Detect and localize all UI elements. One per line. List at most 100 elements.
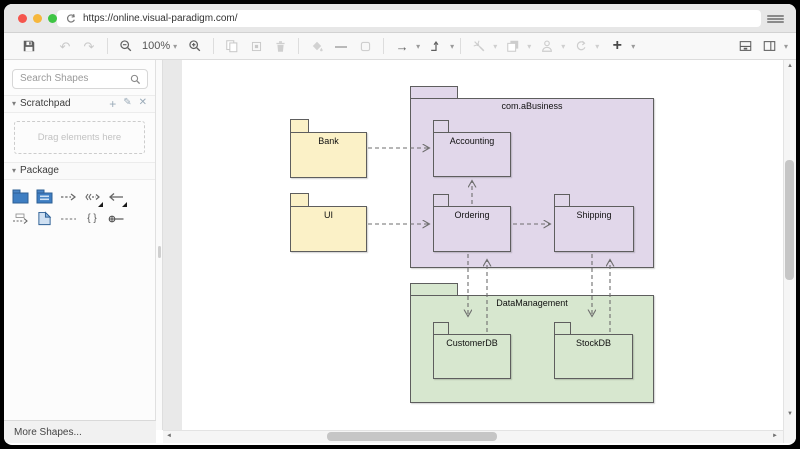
fill-color-button[interactable] bbox=[307, 35, 327, 57]
scroll-right-arrow[interactable]: ► bbox=[772, 433, 778, 439]
chevron-down-icon: ▾ bbox=[12, 99, 16, 108]
package-section-header[interactable]: ▾ Package bbox=[4, 162, 155, 180]
browser-chrome: https://online.visual-paradigm.com/ bbox=[4, 4, 796, 33]
shape-package[interactable] bbox=[8, 186, 32, 208]
editor-toolbar: ↶ ↷ 100% ▾ bbox=[4, 33, 796, 60]
connector-style-dropdown-icon[interactable]: ▾ bbox=[450, 42, 454, 51]
scratchpad-close-icon[interactable]: ✕ bbox=[139, 98, 147, 110]
package-label: Accounting bbox=[434, 136, 510, 146]
copy-icon bbox=[225, 39, 239, 53]
canvas-margin bbox=[163, 60, 182, 430]
horizontal-scrollbar-thumb[interactable] bbox=[327, 432, 497, 441]
chevron-down-icon: ▾ bbox=[12, 166, 16, 175]
undo-icon: ↶ bbox=[60, 40, 71, 53]
shape-dashed-line[interactable] bbox=[56, 208, 80, 230]
to-front-button[interactable] bbox=[503, 35, 523, 57]
copy-button[interactable] bbox=[222, 35, 242, 57]
shape-use[interactable] bbox=[8, 208, 32, 230]
shape-import[interactable] bbox=[80, 186, 104, 208]
scroll-left-arrow[interactable]: ◄ bbox=[166, 433, 172, 439]
insert-plus-icon: + bbox=[613, 38, 622, 54]
toolbar-separator bbox=[383, 38, 384, 54]
shape-note[interactable] bbox=[32, 208, 56, 230]
package-label: CustomerDB bbox=[434, 338, 510, 348]
outline-panel-toggle[interactable] bbox=[760, 35, 780, 57]
shape-containment[interactable] bbox=[104, 208, 128, 230]
package-label: DataManagement bbox=[411, 298, 653, 308]
shape-access[interactable] bbox=[104, 186, 128, 208]
undo-button[interactable]: ↶ bbox=[55, 35, 75, 57]
access-arrow-icon bbox=[108, 190, 125, 204]
browser-window: https://online.visual-paradigm.com/ ↶ ↷ … bbox=[4, 4, 796, 445]
toolbar-separator bbox=[460, 38, 461, 54]
search-input[interactable] bbox=[12, 69, 148, 89]
zoom-in-button[interactable] bbox=[185, 35, 205, 57]
note-icon bbox=[37, 211, 52, 226]
paste-button[interactable] bbox=[246, 35, 266, 57]
package-label: com.aBusiness bbox=[411, 101, 653, 111]
url-text: https://online.visual-paradigm.com/ bbox=[83, 13, 238, 24]
shadow-button[interactable] bbox=[355, 35, 375, 57]
minimize-window-button[interactable] bbox=[33, 14, 42, 23]
zoom-out-button[interactable] bbox=[116, 35, 136, 57]
vertical-scrollbar-thumb[interactable] bbox=[785, 160, 794, 280]
trash-icon bbox=[274, 40, 287, 53]
rotate-dropdown-icon[interactable]: ▾ bbox=[595, 42, 599, 51]
close-window-button[interactable] bbox=[18, 14, 27, 23]
insert-button[interactable]: + bbox=[607, 35, 627, 57]
scratchpad-add-icon[interactable]: + bbox=[109, 98, 116, 110]
save-button[interactable] bbox=[19, 35, 39, 57]
sidebar-scrollbar-thumb[interactable] bbox=[158, 246, 161, 258]
edit-style-button[interactable] bbox=[537, 35, 557, 57]
package-label: UI bbox=[291, 210, 366, 220]
redo-button[interactable]: ↷ bbox=[79, 35, 99, 57]
freehand-dropdown-icon[interactable]: ▾ bbox=[493, 42, 497, 51]
scratchpad-edit-icon[interactable]: ✎ bbox=[123, 98, 131, 110]
sidebar-scrollbar[interactable] bbox=[156, 60, 163, 430]
fill-color-icon bbox=[310, 39, 324, 53]
connection-arrow-button[interactable]: → bbox=[392, 35, 412, 57]
scratchpad-hint: Drag elements here bbox=[38, 132, 121, 143]
shape-constraint[interactable]: { } bbox=[80, 208, 104, 230]
line-color-button[interactable] bbox=[331, 35, 351, 57]
shape-model[interactable] bbox=[32, 186, 56, 208]
freehand-button[interactable] bbox=[469, 35, 489, 57]
toolbar-separator bbox=[107, 38, 108, 54]
fullscreen-window-button[interactable] bbox=[48, 14, 57, 23]
browser-menu-icon[interactable] bbox=[767, 15, 784, 23]
scroll-down-arrow[interactable]: ▼ bbox=[787, 411, 793, 417]
rotate-button[interactable] bbox=[571, 35, 591, 57]
model-icon bbox=[36, 189, 53, 204]
scratchpad-section-header[interactable]: ▾ Scratchpad + ✎ ✕ bbox=[4, 95, 155, 113]
shape-dependency[interactable] bbox=[56, 186, 80, 208]
connector-style-button[interactable] bbox=[426, 35, 446, 57]
connection-arrow-dropdown-icon[interactable]: ▾ bbox=[416, 42, 420, 51]
redo-icon: ↷ bbox=[84, 40, 95, 53]
panel-dropdown-icon[interactable]: ▾ bbox=[784, 42, 788, 51]
dashed-line-icon bbox=[60, 216, 77, 222]
zoom-level-value[interactable]: 100% bbox=[142, 40, 170, 52]
zoom-level-dropdown-icon[interactable]: ▾ bbox=[173, 42, 177, 51]
package-shape-palette: { } bbox=[4, 180, 155, 236]
address-bar[interactable]: https://online.visual-paradigm.com/ bbox=[57, 10, 761, 27]
zoom-in-icon bbox=[188, 39, 202, 53]
line-color-swatch bbox=[335, 46, 347, 48]
connector-style-icon bbox=[429, 39, 443, 53]
to-front-dropdown-icon[interactable]: ▾ bbox=[527, 42, 531, 51]
format-panel-toggle[interactable] bbox=[736, 35, 756, 57]
refresh-icon[interactable] bbox=[65, 13, 77, 25]
package-icon bbox=[12, 189, 29, 204]
package-label: StockDB bbox=[555, 338, 632, 348]
more-shapes-button[interactable]: More Shapes... bbox=[4, 420, 156, 443]
edit-style-dropdown-icon[interactable]: ▾ bbox=[561, 42, 565, 51]
to-front-icon bbox=[506, 39, 520, 53]
scratchpad-drop-zone[interactable]: Drag elements here bbox=[14, 121, 145, 154]
insert-dropdown-icon[interactable]: ▾ bbox=[631, 42, 635, 51]
rotate-icon bbox=[574, 39, 588, 53]
toolbar-separator bbox=[298, 38, 299, 54]
zoom-out-icon bbox=[119, 39, 133, 53]
constraint-braces-icon: { } bbox=[87, 213, 96, 224]
scroll-up-arrow[interactable]: ▲ bbox=[787, 63, 793, 69]
delete-button[interactable] bbox=[270, 35, 290, 57]
more-shapes-label: More Shapes... bbox=[14, 427, 82, 438]
